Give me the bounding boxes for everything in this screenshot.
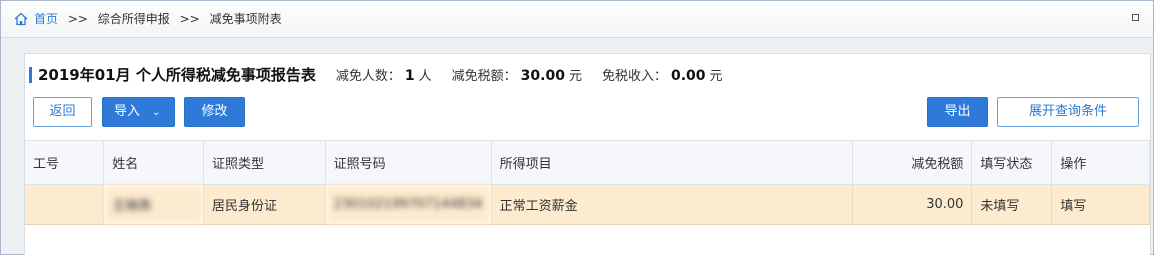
page-title: 2019年01月 个人所得税减免事项报告表 <box>38 66 316 84</box>
cell-emp-id <box>25 184 105 225</box>
cell-id-type: 居民身份证 <box>203 184 326 225</box>
report-panel: 2019年01月 个人所得税减免事项报告表 减免人数： 1 人 减免税额： 30.00… <box>24 53 1151 255</box>
reduction-table: 工号 姓名 证照类型 证照号码 所得项目 减免税额 填写状态 操作 王晓燕 居民… <box>25 140 1150 225</box>
stat-value: 30.00 <box>520 68 565 84</box>
column-header-tax-reduction: 减免税额 <box>852 140 973 185</box>
cell-tax-reduction: 30.00 <box>852 184 973 225</box>
import-button-label: 导入 <box>114 104 141 119</box>
modify-button[interactable]: 修改 <box>184 97 245 127</box>
column-header-income-item: 所得项目 <box>491 140 853 185</box>
stat-reduction-count: 减免人数： 1 人 <box>336 65 432 84</box>
cell-status: 未填写 <box>971 184 1053 225</box>
column-header-id-type: 证照类型 <box>203 140 326 185</box>
column-header-action: 操作 <box>1051 140 1150 185</box>
stat-exempt-income: 免税收入： 0.00 元 <box>602 65 723 84</box>
cell-id-number: 230102199707144834 <box>325 184 492 225</box>
breadcrumb-item-comprehensive-income[interactable]: 综合所得申报 <box>98 12 170 26</box>
column-header-id-number: 证照号码 <box>325 140 492 185</box>
stat-label: 减免人数： <box>335 69 401 84</box>
cell-name: 王晓燕 <box>103 184 204 225</box>
stat-label: 减免税额： <box>451 69 517 84</box>
chevron-down-icon: ⌄ <box>152 107 161 118</box>
stat-unit: 元 <box>709 69 723 84</box>
stat-unit: 元 <box>568 69 582 84</box>
table-row[interactable]: 王晓燕 居民身份证 230102199707144834 正常工资薪金 30.0… <box>25 184 1150 225</box>
expand-query-button[interactable]: 展开查询条件 <box>997 97 1139 127</box>
stat-unit: 人 <box>418 69 432 84</box>
breadcrumb-home-link[interactable]: 首页 <box>34 12 58 26</box>
export-button[interactable]: 导出 <box>927 97 988 127</box>
breadcrumb-separator: >> <box>179 12 200 26</box>
title-accent-bar <box>29 67 32 83</box>
breadcrumb: 首页 >> 综合所得申报 >> 减免事项附表 <box>34 12 282 26</box>
fill-in-link[interactable]: 填写 <box>1051 184 1150 225</box>
home-icon[interactable] <box>14 12 28 26</box>
import-dropdown-button[interactable]: 导入 ⌄ <box>102 97 175 127</box>
stat-reduction-amount: 减免税额： 30.00 元 <box>452 65 582 84</box>
back-button[interactable]: 返回 <box>33 97 92 127</box>
breadcrumb-separator: >> <box>67 12 88 26</box>
window-frame: 首页 >> 综合所得申报 >> 减免事项附表 2019年01月 个人所得税减免事… <box>0 0 1154 255</box>
restore-window-icon[interactable] <box>1132 14 1139 21</box>
column-header-status: 填写状态 <box>971 140 1053 185</box>
stat-value: 1 <box>404 68 415 84</box>
report-header: 2019年01月 个人所得税减免事项报告表 减免人数： 1 人 减免税额： 30.00… <box>29 64 723 86</box>
table-header-row: 工号 姓名 证照类型 证照号码 所得项目 减免税额 填写状态 操作 <box>25 140 1150 185</box>
cell-income-item: 正常工资薪金 <box>491 184 853 225</box>
stat-value: 0.00 <box>670 68 706 84</box>
column-header-emp-id: 工号 <box>25 140 105 185</box>
breadcrumb-item-reduction-schedule: 减免事项附表 <box>209 12 282 26</box>
breadcrumb-bar: 首页 >> 综合所得申报 >> 减免事项附表 <box>1 1 1153 38</box>
column-header-name: 姓名 <box>103 140 204 185</box>
stat-label: 免税收入： <box>601 69 667 84</box>
